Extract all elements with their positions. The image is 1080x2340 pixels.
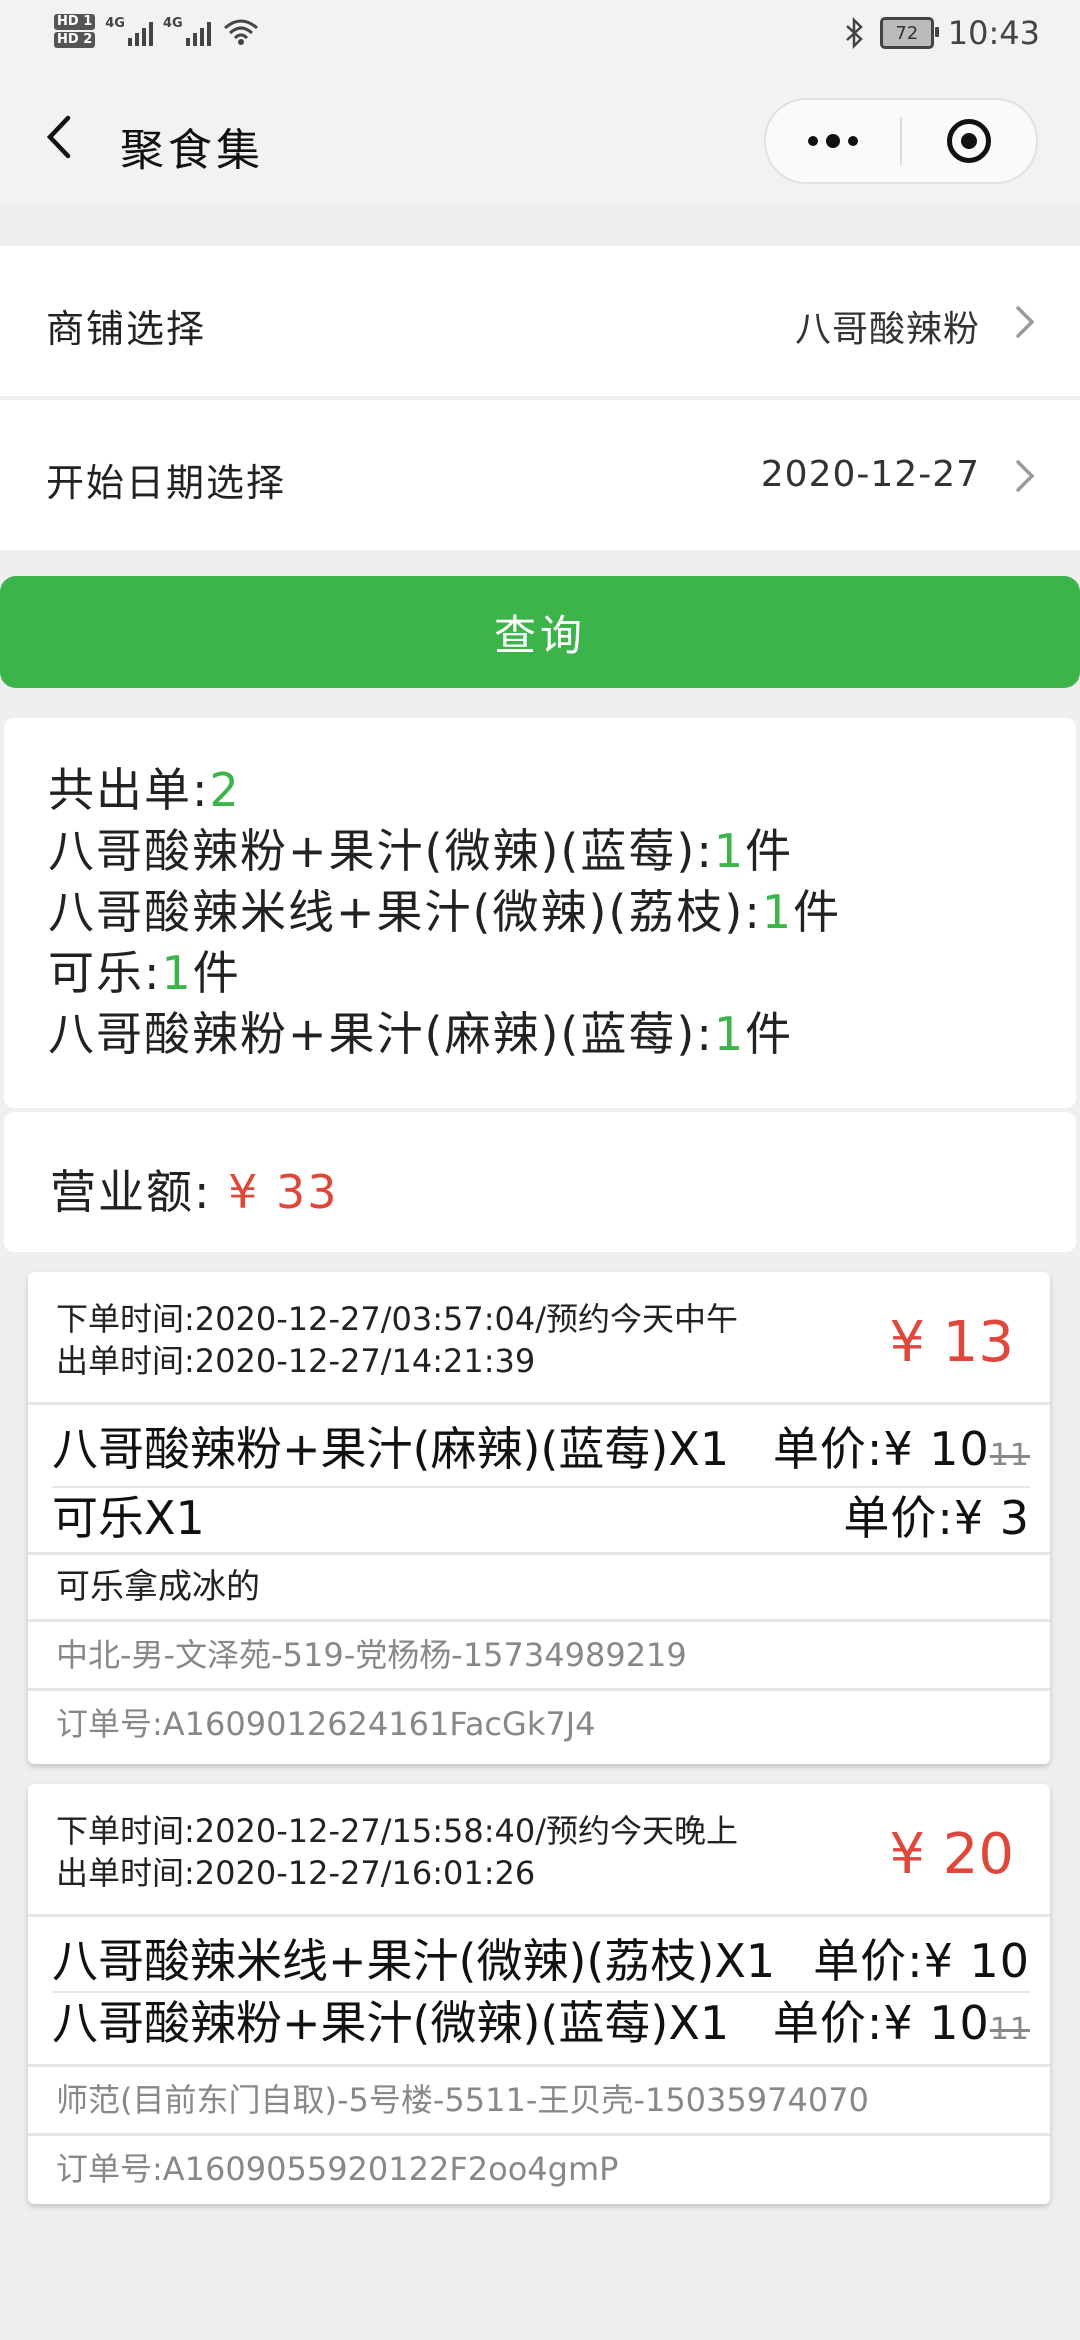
order-item-price: 单价:¥ 10 (772, 1422, 990, 1476)
signal-icon-2: 4G (163, 16, 211, 46)
revenue-label: 营业额: (50, 1165, 229, 1219)
revenue-panel: 营业额: ¥ 33 (4, 1112, 1076, 1252)
network-type-2: 4G (162, 16, 183, 31)
more-button[interactable] (766, 100, 900, 182)
more-icon (808, 134, 858, 148)
order-number: 订单号:A1609012624161FacGk7J4 (56, 1705, 596, 1743)
order-item-price: 单价:¥ 10 (813, 1934, 1030, 1988)
sim2-badge: HD 2 (54, 32, 96, 48)
out-time: 出单时间:2020-12-27/14:21:39 (56, 1342, 536, 1380)
summary-item-qty: 1 (761, 885, 794, 939)
battery-level: 72 (895, 22, 919, 44)
order-item: 八哥酸辣粉+果汁(微辣)(蓝莓)X1 单价:¥ 1011 (52, 1993, 1030, 2060)
order-address: 师范(目前东门自取)-5号楼-5511-王贝壳-15035974070 (28, 2067, 1050, 2136)
revenue-value: ¥ 33 (228, 1165, 339, 1219)
summary-item-unit: 件 (793, 885, 842, 939)
summary-total-count: 2 (209, 763, 241, 817)
order-item-name: 可乐X1 (52, 1491, 205, 1545)
date-select-row[interactable]: 开始日期选择 2020-12-27 (0, 400, 1080, 550)
order-item: 可乐X1 单价:¥ 3 (52, 1488, 1030, 1548)
battery-icon: 72 (879, 17, 939, 49)
close-miniprogram-button[interactable] (902, 100, 1036, 182)
chevron-right-icon (1016, 306, 1035, 338)
back-arrow-icon[interactable] (40, 112, 80, 162)
summary-item: 可乐:1件 (48, 943, 841, 1004)
sim-indicator: HD 1 HD 2 (54, 14, 96, 48)
order-total: ¥ 20 (889, 1822, 1014, 1887)
summary-total: 共出单:2 (48, 760, 841, 821)
order-item: 八哥酸辣粉+果汁(麻辣)(蓝莓)X1 单价:¥ 1011 (52, 1419, 1030, 1488)
summary-item: 八哥酸辣粉+果汁(微辣)(蓝莓):1件 (48, 821, 841, 882)
wifi-icon (223, 19, 258, 45)
order-item-price: 单价:¥ 3 (843, 1491, 1030, 1545)
summary-item-unit: 件 (745, 824, 794, 878)
miniprogram-capsule (764, 98, 1038, 184)
network-type-1: 4G (105, 16, 125, 31)
order-item: 八哥酸辣米线+果汁(微辣)(荔枝)X1 单价:¥ 10 (52, 1931, 1030, 1993)
shop-select-label: 商铺选择 (46, 307, 207, 351)
order-item-name: 八哥酸辣粉+果汁(麻辣)(蓝莓)X1 (52, 1422, 730, 1476)
order-card: 下单时间:2020-12-27/03:57:04/预约今天中午 出单时间:202… (28, 1272, 1050, 1764)
summary-item: 八哥酸辣粉+果汁(麻辣)(蓝莓):1件 (48, 1004, 841, 1065)
query-button[interactable]: 查询 (0, 576, 1080, 688)
order-item-name: 八哥酸辣粉+果汁(微辣)(蓝莓)X1 (52, 1996, 730, 2050)
order-item-old-price: 11 (989, 1438, 1030, 1473)
target-icon (947, 119, 991, 163)
shop-select-row[interactable]: 商铺选择 八哥酸辣粉 (0, 246, 1080, 396)
order-item-price: 单价:¥ 10 (772, 1996, 990, 2050)
order-summary: 共出单:2 八哥酸辣粉+果汁(微辣)(蓝莓):1件 八哥酸辣米线+果汁(微辣)(… (4, 718, 1076, 1108)
order-note: 可乐拿成冰的 (28, 1555, 1050, 1622)
summary-item-unit: 件 (192, 946, 241, 1000)
summary-total-label: 共出单: (48, 763, 210, 817)
order-number: 订单号:A1609055920122F2oo4gmP (56, 2150, 619, 2188)
summary-item-qty: 1 (713, 824, 746, 878)
signal-icon: 4G (105, 16, 153, 46)
shop-select-value: 八哥酸辣粉 (794, 309, 980, 350)
order-item-old-price: 11 (989, 2012, 1030, 2047)
order-card: 下单时间:2020-12-27/15:58:40/预约今天晚上 出单时间:202… (28, 1784, 1050, 2204)
summary-item-name: 可乐: (48, 946, 162, 1000)
order-time: 下单时间:2020-12-27/03:57:04/预约今天中午 (56, 1300, 739, 1338)
page-title: 聚食集 (120, 125, 264, 176)
date-select-value: 2020-12-27 (760, 454, 980, 495)
nav-bar: 聚食集 (0, 72, 1080, 204)
order-time: 下单时间:2020-12-27/15:58:40/预约今天晚上 (56, 1812, 739, 1850)
order-item-name: 八哥酸辣米线+果汁(微辣)(荔枝)X1 (52, 1934, 776, 1988)
summary-item-name: 八哥酸辣粉+果汁(麻辣)(蓝莓): (48, 1007, 714, 1061)
order-address: 中北-男-文泽苑-519-党杨杨-15734989219 (28, 1622, 1050, 1691)
sim1-badge: HD 1 (54, 14, 96, 30)
summary-item-name: 八哥酸辣粉+果汁(微辣)(蓝莓): (48, 824, 714, 878)
summary-item: 八哥酸辣米线+果汁(微辣)(荔枝):1件 (48, 882, 841, 943)
summary-item-name: 八哥酸辣米线+果汁(微辣)(荔枝): (48, 885, 762, 939)
summary-item-unit: 件 (745, 1007, 794, 1061)
clock: 10:43 (947, 14, 1040, 52)
summary-item-qty: 1 (161, 946, 193, 1000)
chevron-right-icon (1016, 460, 1035, 492)
status-bar: HD 1 HD 2 4G 4G 72 10:43 (0, 0, 1080, 72)
summary-item-qty: 1 (713, 1007, 746, 1061)
out-time: 出单时间:2020-12-27/16:01:26 (56, 1854, 536, 1892)
date-select-label: 开始日期选择 (46, 461, 287, 505)
bluetooth-icon (845, 17, 863, 49)
order-total: ¥ 13 (889, 1310, 1014, 1375)
